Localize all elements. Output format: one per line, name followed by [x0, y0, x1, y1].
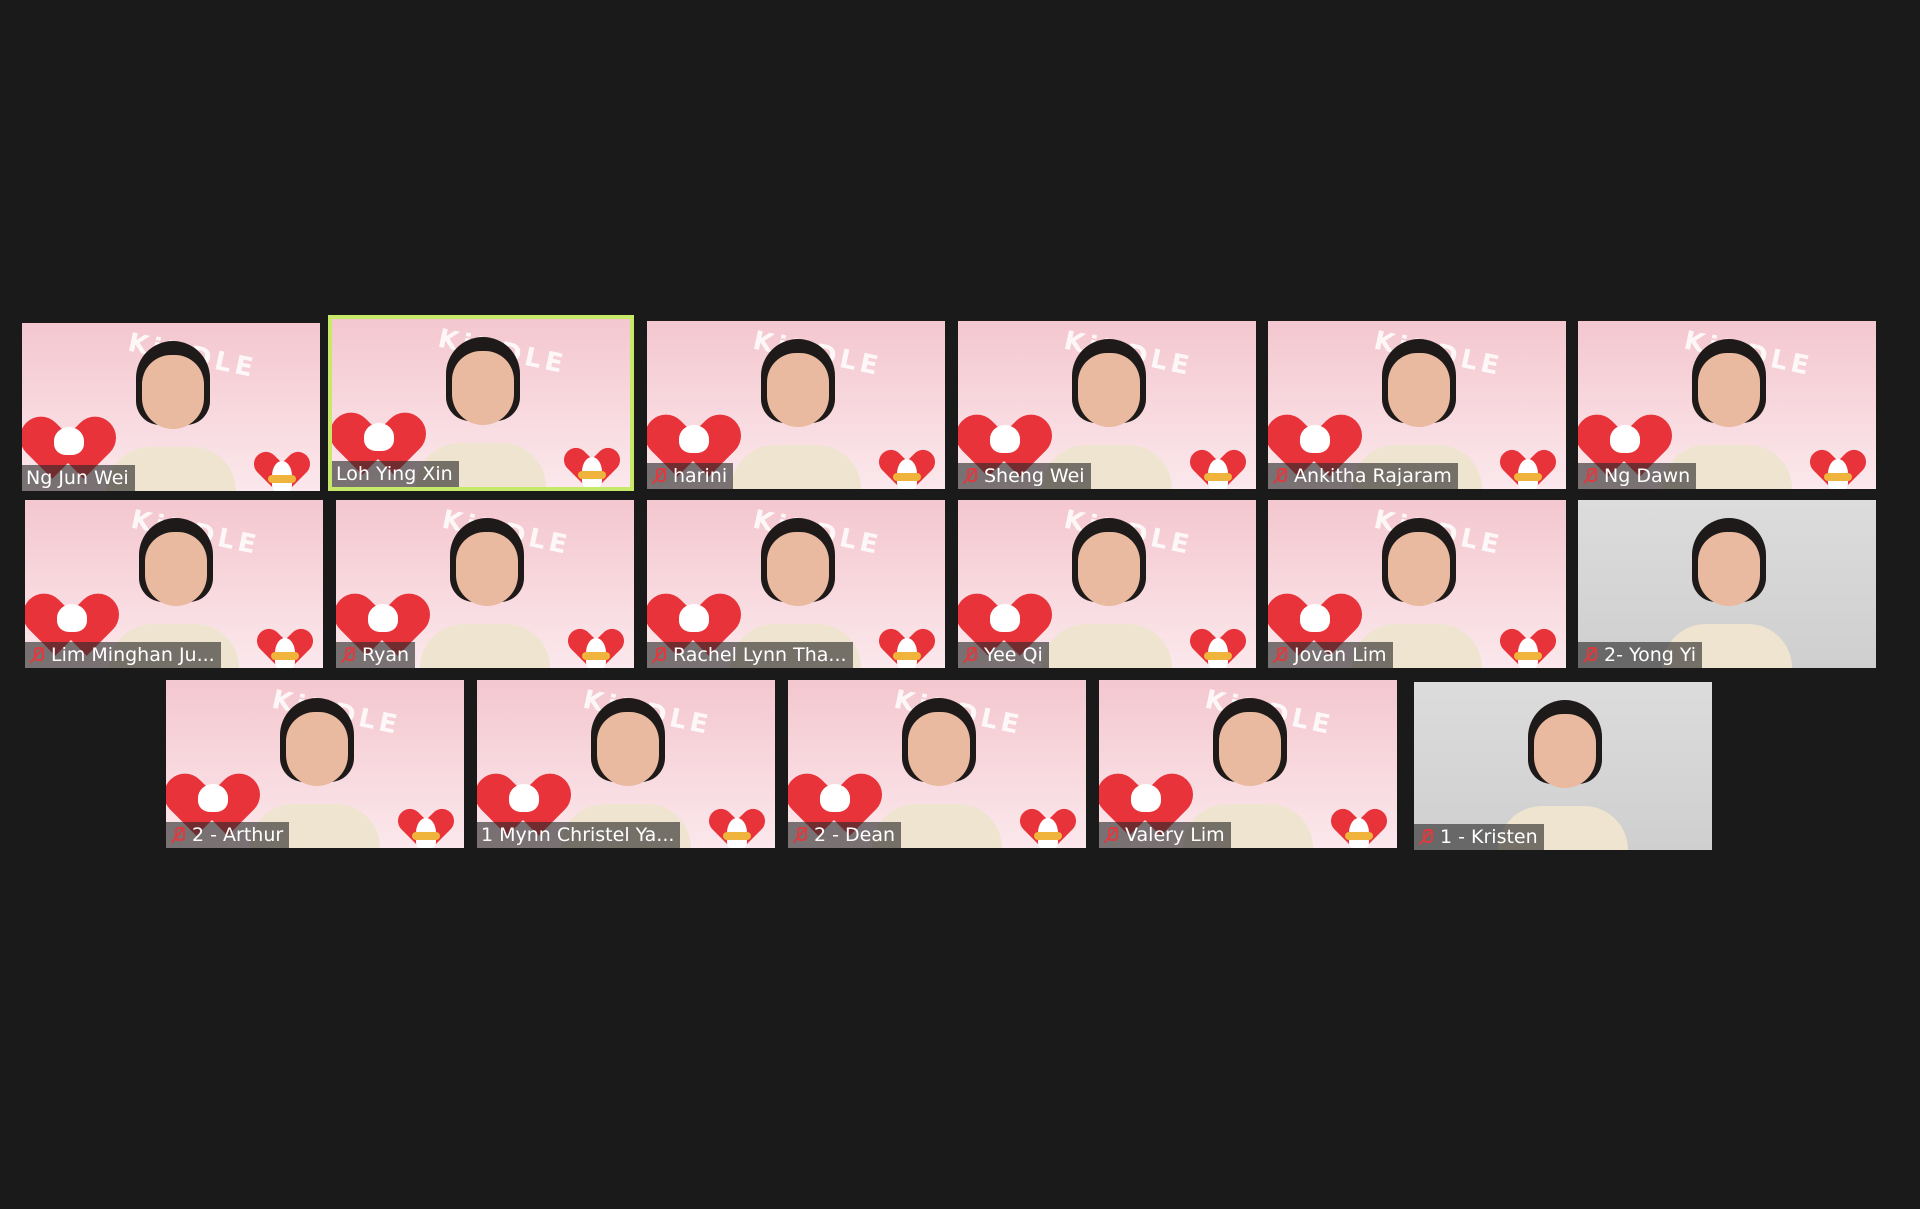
mic-muted-icon [962, 467, 978, 485]
heart-mascot-icon [647, 389, 750, 477]
participant-tile[interactable]: KiNDLERyan [336, 500, 634, 668]
heart-mascot-icon [22, 391, 125, 479]
participant-tile[interactable]: KiNDLE2 - Dean [788, 680, 1086, 848]
mini-heart-mascot-icon [873, 614, 941, 668]
participant-name: Ryan [362, 644, 410, 666]
mic-muted-icon [651, 467, 667, 485]
participant-tile[interactable]: KiNDLERachel Lynn Tha... [647, 500, 945, 668]
participant-name: Lim Minghan Ju... [51, 644, 215, 666]
participant-name: Jovan Lim [1294, 644, 1387, 666]
participant-name: Ng Dawn [1604, 465, 1691, 487]
mic-muted-icon [29, 646, 45, 664]
participant-name: Ankitha Rajaram [1294, 465, 1452, 487]
heart-mascot-icon [336, 568, 439, 656]
heart-mascot-icon [25, 568, 128, 656]
participant-nameplate: Rachel Lynn Tha... [647, 642, 853, 668]
mic-muted-icon [1272, 467, 1288, 485]
participant-tile[interactable]: 2- Yong Yi [1578, 500, 1876, 668]
participant-nameplate: Ankitha Rajaram [1268, 463, 1458, 489]
mic-muted-icon [340, 646, 356, 664]
participant-nameplate: 1 - Kristen [1414, 824, 1544, 850]
participant-nameplate: 2 - Arthur [166, 822, 290, 848]
mini-heart-mascot-icon [873, 435, 941, 489]
participant-tile[interactable]: KiNDLE1 Mynn Christel Ya... [477, 680, 775, 848]
participant-nameplate: Jovan Lim [1268, 642, 1393, 668]
heart-mascot-icon [1268, 389, 1371, 477]
mini-heart-mascot-icon [1325, 794, 1393, 848]
participant-nameplate: 1 Mynn Christel Ya... [477, 822, 681, 848]
participant-tile[interactable]: KiNDLEharini [647, 321, 945, 489]
heart-mascot-icon [332, 387, 435, 475]
participant-video [731, 339, 861, 489]
participant-tile[interactable]: KiNDLESheng Wei [958, 321, 1256, 489]
mic-muted-icon [1272, 646, 1288, 664]
mini-heart-mascot-icon [1184, 614, 1252, 668]
participant-name: 1 - Kristen [1440, 826, 1538, 848]
mini-heart-mascot-icon [1014, 794, 1082, 848]
participant-name: 2 - Dean [814, 824, 896, 846]
participant-name: 2- Yong Yi [1604, 644, 1697, 666]
heart-mascot-icon [958, 568, 1061, 656]
mini-heart-mascot-icon [392, 794, 460, 848]
participant-tile[interactable]: KiNDLENg Jun Wei [22, 323, 320, 491]
mic-muted-icon [1418, 828, 1434, 846]
mini-heart-mascot-icon [1494, 435, 1562, 489]
mic-muted-icon [1582, 467, 1598, 485]
participant-nameplate: Valery Lim [1099, 822, 1231, 848]
participant-video [1042, 518, 1172, 668]
participant-nameplate: Lim Minghan Ju... [25, 642, 221, 668]
participant-name: Rachel Lynn Tha... [673, 644, 847, 666]
participant-tile[interactable]: KiNDLEYee Qi [958, 500, 1256, 668]
participant-video [420, 518, 550, 668]
participant-nameplate: Ng Jun Wei [22, 465, 135, 491]
participant-tile[interactable]: KiNDLEJovan Lim [1268, 500, 1566, 668]
participant-name: 2 - Arthur [192, 824, 284, 846]
mini-heart-mascot-icon [248, 437, 316, 491]
mic-muted-icon [962, 646, 978, 664]
mini-heart-mascot-icon [1494, 614, 1562, 668]
participant-nameplate: Loh Ying Xin [332, 461, 459, 487]
participant-tile[interactable]: KiNDLELoh Ying Xin [328, 315, 634, 491]
participant-tile[interactable]: 1 - Kristen [1414, 682, 1712, 850]
mic-muted-icon [1582, 646, 1598, 664]
participant-nameplate: harini [647, 463, 734, 489]
participant-name: Sheng Wei [984, 465, 1085, 487]
heart-mascot-icon [788, 748, 891, 836]
heart-mascot-icon [1099, 748, 1202, 836]
participant-nameplate: 2- Yong Yi [1578, 642, 1703, 668]
mic-muted-icon [651, 646, 667, 664]
participant-name: Yee Qi [984, 644, 1043, 666]
mic-muted-icon [170, 826, 186, 844]
participant-name: Loh Ying Xin [336, 463, 453, 485]
mic-muted-icon [792, 826, 808, 844]
mini-heart-mascot-icon [562, 614, 630, 668]
participant-nameplate: Ryan [336, 642, 416, 668]
heart-mascot-icon [166, 748, 269, 836]
participant-tile[interactable]: KiNDLELim Minghan Ju... [25, 500, 323, 668]
participant-nameplate: 2 - Dean [788, 822, 902, 848]
participant-tile[interactable]: KiNDLEValery Lim [1099, 680, 1397, 848]
participant-nameplate: Sheng Wei [958, 463, 1091, 489]
mini-heart-mascot-icon [703, 794, 771, 848]
mini-heart-mascot-icon [1184, 435, 1252, 489]
participant-name: Valery Lim [1125, 824, 1225, 846]
participant-name: 1 Mynn Christel Ya... [481, 824, 675, 846]
participant-tile[interactable]: KiNDLENg Dawn [1578, 321, 1876, 489]
heart-mascot-icon [1268, 568, 1371, 656]
participant-tile[interactable]: KiNDLE2 - Arthur [166, 680, 464, 848]
participant-nameplate: Yee Qi [958, 642, 1049, 668]
participant-name: harini [673, 465, 728, 487]
mini-heart-mascot-icon [251, 614, 319, 668]
heart-mascot-icon [477, 748, 580, 836]
heart-mascot-icon [1578, 389, 1681, 477]
mic-muted-icon [1103, 826, 1119, 844]
participant-nameplate: Ng Dawn [1578, 463, 1697, 489]
heart-mascot-icon [647, 568, 750, 656]
participant-name: Ng Jun Wei [26, 467, 129, 489]
mini-heart-mascot-icon [558, 433, 626, 487]
participant-tile[interactable]: KiNDLEAnkitha Rajaram [1268, 321, 1566, 489]
mini-heart-mascot-icon [1804, 435, 1872, 489]
heart-mascot-icon [958, 389, 1061, 477]
